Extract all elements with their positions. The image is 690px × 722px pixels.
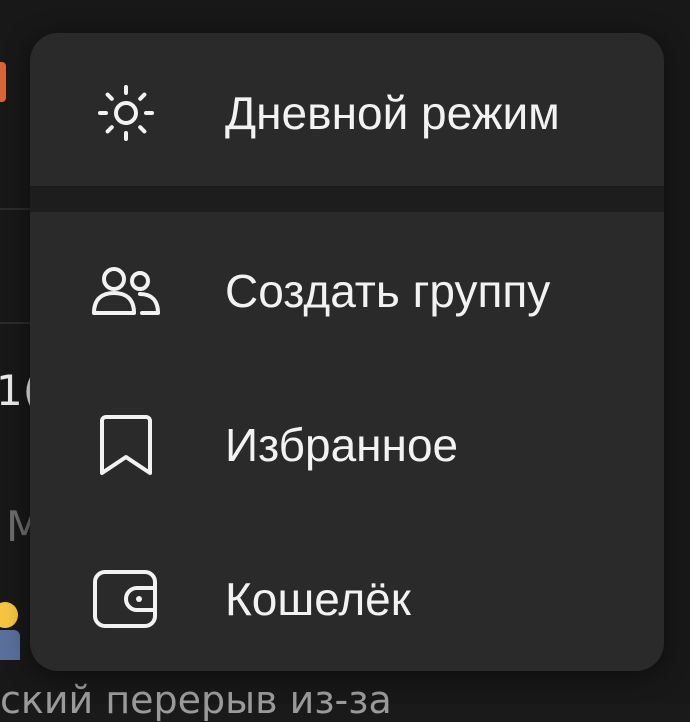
menu-item-wallet[interactable]: Кошелёк (30, 563, 664, 635)
menu-item-label: Кошелёк (225, 573, 411, 625)
background-emoji-avatar (0, 600, 22, 664)
wallet-icon (90, 563, 162, 635)
menu-item-create-group[interactable]: Создать группу (30, 255, 664, 327)
menu-item-favorites[interactable]: Избранное (30, 409, 664, 481)
sun-icon (90, 77, 162, 149)
menu-item-label: Дневной режим (225, 87, 560, 139)
bookmark-icon (90, 409, 162, 481)
overflow-menu: Дневной режим Создать группу Избранное К… (30, 33, 664, 671)
menu-item-day-mode[interactable]: Дневной режим (30, 77, 664, 149)
menu-item-label: Избранное (225, 419, 459, 471)
background-partial-text: ский перерыв из-за (0, 678, 392, 722)
people-icon (90, 255, 162, 327)
menu-item-label: Создать группу (225, 265, 551, 317)
background-accent-bar (0, 62, 6, 102)
menu-divider (30, 186, 664, 212)
